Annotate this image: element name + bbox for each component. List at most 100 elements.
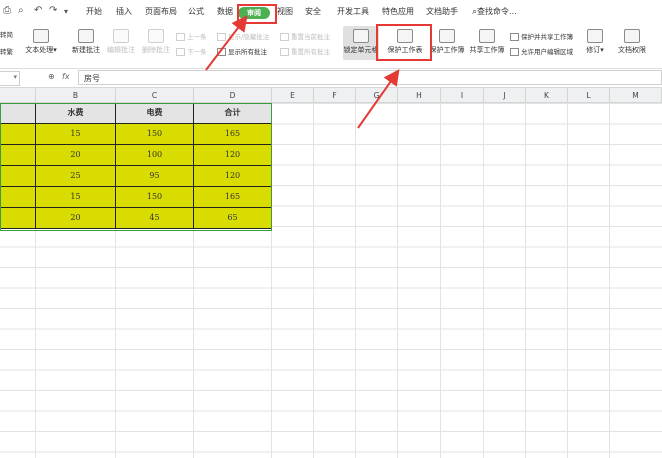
reset-all-comments-button[interactable]: 重置所有批注 [280,46,330,56]
grid-vline [567,103,568,458]
tab-formula[interactable]: 公式 [188,0,204,24]
tab-doc-assistant[interactable]: 文档助手 [426,0,458,24]
tab-home[interactable]: 开始 [86,0,102,24]
tab-special-apps[interactable]: 特色应用 [382,0,414,24]
column-header-m[interactable]: M [610,88,662,103]
name-box[interactable]: ▾ [0,71,20,86]
column-header-k[interactable]: K [526,88,568,103]
undo-icon[interactable]: ↶ [34,5,42,16]
table-cell[interactable]: 120 [194,166,272,187]
revise-button[interactable]: 修订▾ [584,26,606,55]
doc-permission-icon [624,29,640,43]
header-cell[interactable]: 合计 [194,103,272,124]
grid-vline [355,103,356,458]
show-hide-icon [217,33,226,41]
table-cell-a[interactable] [0,145,36,166]
protect-workbook-button[interactable]: 保护工作簿 [428,26,466,55]
reset-current-comment-button[interactable]: 重置当前批注 [280,31,330,41]
redo-icon[interactable]: ↷ [49,5,57,16]
ribbon-partial-traditional[interactable]: 转繁 [0,46,13,56]
column-header-e[interactable]: E [272,88,314,103]
doc-permission-button[interactable]: 文档权限 [616,26,648,55]
grid-vline [440,103,441,458]
grid-vline [483,103,484,458]
column-header-b[interactable]: B [36,88,116,103]
column-header-c[interactable]: C [116,88,194,103]
header-cell[interactable]: 水费 [36,103,116,124]
reset-current-icon [280,33,289,41]
show-all-comments-button[interactable]: 显示所有批注 [217,46,267,56]
table-cell[interactable]: 15 [36,124,116,145]
header-cell[interactable]: 电费 [116,103,194,124]
print-preview-icon[interactable]: ⌕ [18,5,24,16]
column-header-a-partial[interactable] [0,88,36,103]
table-cell[interactable]: 95 [116,166,194,187]
tab-page-layout[interactable]: 页面布局 [145,0,177,24]
grid-vline [313,103,314,458]
command-search-label: 查找命令... [477,7,517,16]
text-processing-button[interactable]: 文本处理▾ [24,26,58,55]
share-workbook-icon [479,29,495,43]
print-icon[interactable]: ⎙ [3,5,11,16]
name-box-chevron-icon[interactable]: ▾ [13,73,17,81]
protect-share-workbook-button[interactable]: 保护并共享工作簿 [510,31,573,41]
ribbon: 转简 转繁 文本处理▾ 新建批注 编辑批注 删除批注 上一条 下一条 显示/隐藏… [0,24,662,69]
command-search[interactable]: ⌕查找命令... [472,0,517,24]
tab-data[interactable]: 数据 [217,0,233,24]
lock-cell-icon [353,29,369,43]
table-cell[interactable]: 165 [194,124,272,145]
table-cell[interactable]: 20 [36,208,116,229]
new-comment-icon [78,29,94,43]
allow-edit-ranges-button[interactable]: 允许用户编辑区域 [510,46,573,56]
table-cell[interactable]: 65 [194,208,272,229]
table-cell-a[interactable] [0,208,36,229]
tab-security[interactable]: 安全 [305,0,321,24]
edit-comment-icon [113,29,129,43]
grid-vline [609,103,610,458]
quick-access-chevron-icon[interactable]: ▾ [64,7,68,16]
table-cell[interactable]: 20 [36,145,116,166]
protect-sheet-button[interactable]: 保护工作表 [385,26,425,55]
protect-share-icon [510,33,519,41]
share-workbook-button[interactable]: 共享工作簿 [468,26,506,55]
ribbon-partial-simplified[interactable]: 转简 [0,29,13,39]
column-header-f[interactable]: F [314,88,356,103]
zoom-icon[interactable]: ⊕ [48,72,55,81]
header-cell-a[interactable] [0,103,36,124]
reset-all-icon [280,48,289,56]
table-cell[interactable]: 120 [194,145,272,166]
delete-comment-button[interactable]: 删除批注 [140,26,172,55]
column-header-i[interactable]: I [441,88,484,103]
table-cell[interactable]: 150 [116,124,194,145]
table-cell-a[interactable] [0,187,36,208]
column-header-j[interactable]: J [484,88,526,103]
show-hide-comment-button[interactable]: 显示/隐藏批注 [217,31,269,41]
table-cell-a[interactable] [0,166,36,187]
grid-vline [525,103,526,458]
column-header-l[interactable]: L [568,88,610,103]
table-cell[interactable]: 165 [194,187,272,208]
allow-edit-icon [510,48,519,56]
new-comment-button[interactable]: 新建批注 [70,26,102,55]
tab-insert[interactable]: 插入 [116,0,132,24]
delete-comment-icon [148,29,164,43]
table-cell-a[interactable] [0,124,36,145]
formula-input[interactable]: 房号 [78,70,662,85]
tab-developer[interactable]: 开发工具 [337,0,369,24]
tab-review[interactable]: 审阅 [238,7,270,19]
table-cell[interactable]: 45 [116,208,194,229]
lock-cell-button[interactable]: 锁定单元格 [343,26,379,55]
protect-sheet-icon [397,29,413,43]
tab-view[interactable]: 视图 [277,0,293,24]
fx-icon[interactable]: fx [62,72,70,81]
next-comment-button[interactable]: 下一条 [176,46,207,56]
column-header-d[interactable]: D [194,88,272,103]
table-cell[interactable]: 15 [36,187,116,208]
column-header-g[interactable]: G [356,88,398,103]
column-header-h[interactable]: H [398,88,441,103]
table-cell[interactable]: 150 [116,187,194,208]
prev-comment-button[interactable]: 上一条 [176,31,207,41]
table-cell[interactable]: 25 [36,166,116,187]
edit-comment-button[interactable]: 编辑批注 [105,26,137,55]
table-cell[interactable]: 100 [116,145,194,166]
